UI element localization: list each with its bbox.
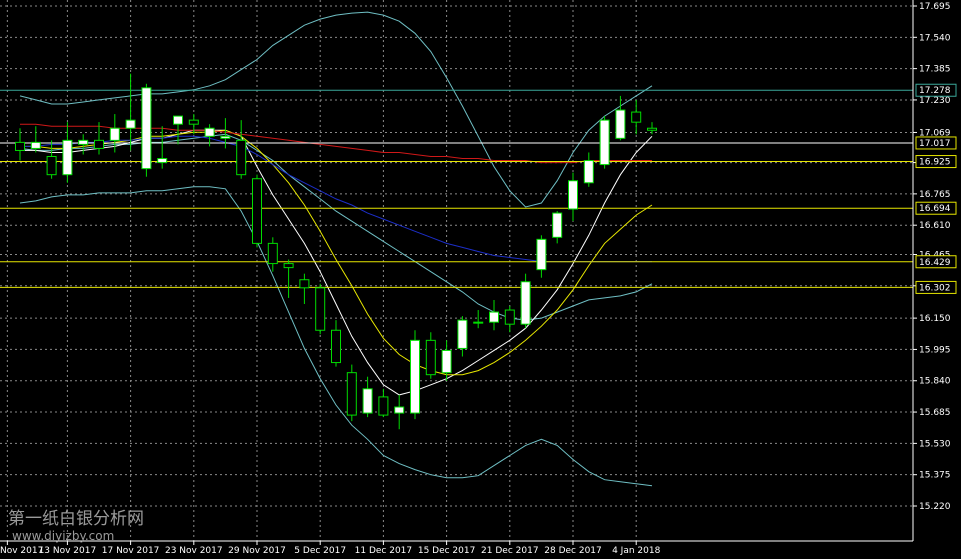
candle-body: [378, 396, 389, 416]
price-tick-label: 15.530: [919, 439, 951, 449]
time-tick-label: 23 Nov 2017: [165, 546, 223, 556]
candle-body: [504, 309, 515, 325]
candle-body: [30, 141, 41, 149]
level-label: 16.925: [919, 158, 951, 168]
candle-body: [173, 115, 183, 125]
candle-body: [631, 111, 642, 123]
candle-body: [615, 109, 626, 139]
candle-body: [568, 180, 578, 210]
price-tick-label: 15.995: [919, 345, 951, 355]
candle-body: [457, 319, 468, 349]
candle-body: [394, 406, 405, 414]
candle-body: [520, 281, 531, 325]
price-tick-label: 17.230: [919, 96, 951, 106]
price-tick-label: 15.220: [919, 502, 951, 512]
candle-body: [315, 287, 326, 331]
candle-body: [125, 119, 136, 129]
price-tick-label: 15.685: [919, 408, 951, 418]
candle-body: [204, 127, 215, 137]
candle-body: [299, 279, 310, 289]
watermark-title: 第一纸白银分析网: [8, 509, 144, 529]
candle-body: [425, 339, 436, 376]
time-tick-label: Nov 2017: [0, 546, 43, 556]
candle-body: [252, 178, 262, 244]
time-tick-label: 29 Nov 2017: [228, 546, 286, 556]
candle-body: [346, 372, 357, 416]
candle-body: [188, 119, 199, 125]
time-tick-label: 15 Dec 2017: [418, 546, 476, 556]
candle-body: [62, 139, 73, 176]
candle-body: [220, 135, 231, 139]
level-label: 17.278: [919, 86, 951, 96]
candle-body: [552, 212, 563, 238]
candle-body: [46, 156, 57, 176]
candle-body: [331, 329, 341, 364]
price-tick-label: 17.695: [919, 2, 951, 12]
candle-body: [267, 242, 278, 265]
candle-body: [489, 311, 499, 323]
price-tick-label: 16.765: [919, 190, 951, 200]
time-tick-label: 4 Jan 2018: [612, 546, 660, 556]
candle-body: [410, 339, 420, 414]
candle-body: [441, 349, 452, 374]
candle-body: [78, 139, 89, 145]
level-label: 16.302: [919, 283, 951, 293]
level-label: 17.017: [919, 139, 951, 149]
price-tick-label: 15.840: [919, 377, 951, 387]
candle-body: [536, 238, 547, 271]
candle-body: [647, 127, 657, 131]
candle-body: [362, 388, 373, 414]
candle-body: [15, 141, 25, 151]
candle-body: [94, 139, 104, 149]
time-tick-label: 11 Dec 2017: [355, 546, 413, 556]
candle-body: [283, 263, 294, 269]
price-tick-label: 15.375: [919, 471, 951, 481]
time-tick-label: 5 Dec 2017: [294, 546, 346, 556]
level-label: 16.429: [919, 258, 951, 268]
time-tick-label: 21 Dec 2017: [481, 546, 539, 556]
candle-body: [473, 321, 484, 324]
chart-root: 15.220 15.375 15.530 15.685 15.840 15.995 16.1…: [0, 0, 961, 559]
price-tick-label: 16.150: [919, 314, 951, 324]
candle-body: [599, 119, 610, 166]
time-tick-label: 28 Dec 2017: [544, 546, 602, 556]
candle-body: [157, 158, 168, 164]
watermark-url: www.diyizby.com: [12, 529, 114, 543]
candle-body: [236, 139, 247, 176]
candle-body: [141, 87, 152, 170]
candlestick-chart: 15.220 15.375 15.530 15.685 15.840 15.995 16.1…: [0, 0, 961, 559]
level-label: 16.694: [919, 204, 951, 214]
price-tick-label: 16.610: [919, 221, 951, 231]
time-tick-label: 17 Nov 2017: [102, 546, 160, 556]
candle-body: [583, 160, 594, 184]
price-tick-label: 17.385: [919, 65, 951, 75]
candle-body: [109, 127, 120, 141]
time-tick-label: 13 Nov 2017: [39, 546, 97, 556]
price-tick-label: 17.540: [919, 33, 951, 43]
